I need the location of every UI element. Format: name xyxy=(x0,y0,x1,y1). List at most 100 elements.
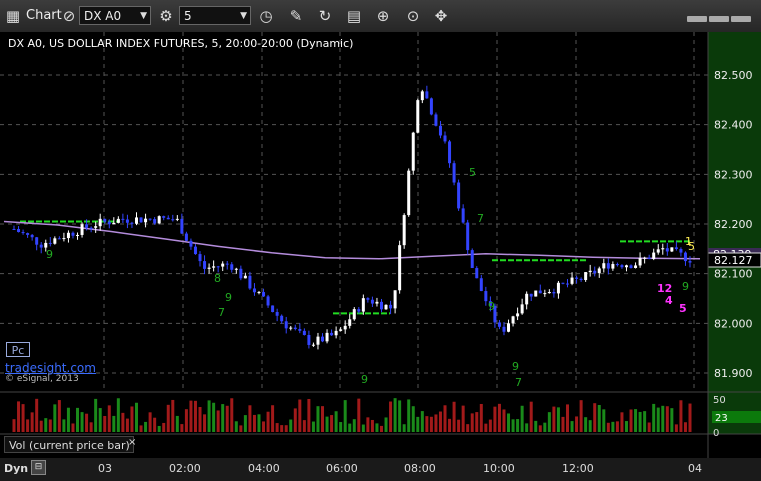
candle-body xyxy=(479,278,483,292)
candle-body xyxy=(438,125,442,136)
candle-body xyxy=(411,132,415,171)
candle-body xyxy=(157,216,161,224)
volume-bar xyxy=(302,420,306,432)
candle-body xyxy=(620,265,624,268)
candle-body xyxy=(561,282,565,284)
refresh-icon[interactable]: ↻ xyxy=(314,5,336,27)
candle-body xyxy=(516,313,520,317)
candle-body xyxy=(511,316,515,324)
candle-body xyxy=(207,267,211,269)
candle-body xyxy=(130,222,134,224)
candle-body xyxy=(198,254,202,262)
volume-bar xyxy=(321,406,325,432)
volume-bar xyxy=(588,420,592,432)
price-chart[interactable]: 98795979979511245 82.50082.40082.30082.2… xyxy=(0,32,761,458)
setup-count-label: 7 xyxy=(218,306,225,319)
candle-body xyxy=(234,268,238,270)
candle-body xyxy=(443,135,447,142)
candle-body xyxy=(507,323,511,332)
symbol-input[interactable]: DX A0 ▼ xyxy=(79,6,151,25)
volume-bar xyxy=(230,398,234,432)
volume-bar xyxy=(434,414,438,432)
volume-bar xyxy=(611,421,615,432)
volume-bar xyxy=(343,400,347,432)
candle-body xyxy=(280,315,284,322)
pc-button[interactable]: Pc xyxy=(6,342,30,357)
candle-body xyxy=(12,228,16,230)
watermark-link[interactable]: tradesight.com xyxy=(5,361,96,375)
y-tick-label: 82.300 xyxy=(714,168,753,181)
volume-bar xyxy=(21,404,25,432)
volume-bar xyxy=(529,401,533,432)
volume-bar xyxy=(620,412,624,432)
volume-bar xyxy=(674,424,678,432)
candle-body xyxy=(529,293,533,297)
candle-body xyxy=(134,217,138,224)
volume-bar xyxy=(80,412,84,432)
volume-bar xyxy=(175,415,179,432)
close-icon[interactable]: × xyxy=(128,437,136,448)
volume-bar xyxy=(26,419,30,432)
x-tick-label: 03 xyxy=(98,462,112,475)
volume-bar xyxy=(257,414,261,432)
setup-count-label: 9 xyxy=(682,280,689,293)
candle-body xyxy=(89,227,93,229)
volume-bar xyxy=(538,425,542,432)
volume-bar xyxy=(225,405,229,432)
candle-body xyxy=(647,257,651,259)
chevron-down-icon[interactable]: ▼ xyxy=(140,7,147,26)
candle-body xyxy=(311,344,315,346)
gear-icon[interactable]: ⚙ xyxy=(155,5,177,27)
x-tick-label: 02:00 xyxy=(169,462,201,475)
setup-count-label: 8 xyxy=(214,272,221,285)
volume-bar xyxy=(384,417,388,432)
volume-bar xyxy=(638,411,642,432)
candle-body xyxy=(94,226,98,228)
candle-body xyxy=(171,219,175,221)
volume-bar xyxy=(470,413,474,432)
candle-body xyxy=(53,238,57,244)
candle-body xyxy=(366,298,370,300)
candle-body xyxy=(452,163,456,183)
draw-tool-icon[interactable]: ⊙ xyxy=(402,5,424,27)
candle-body xyxy=(461,208,465,223)
candle-body xyxy=(361,298,365,312)
candle-body xyxy=(420,91,424,101)
candle-body xyxy=(615,264,619,266)
candle-body xyxy=(393,290,397,309)
link-tool-icon[interactable]: ✥ xyxy=(430,5,452,27)
lock-icon[interactable]: ⊟ xyxy=(31,460,46,475)
chevron-down-icon[interactable]: ▼ xyxy=(240,7,247,26)
volume-pane-label[interactable]: Vol (current price bar) xyxy=(4,436,134,453)
interval-input[interactable]: 5 ▼ xyxy=(179,6,251,25)
candle-body xyxy=(457,182,461,209)
symbol-value: DX A0 xyxy=(84,9,122,23)
candle-body xyxy=(348,319,352,326)
volume-bar xyxy=(357,398,361,432)
candle-body xyxy=(679,249,683,253)
cursor-icon[interactable]: ⊕ xyxy=(372,5,394,27)
dyn-label[interactable]: Dyn xyxy=(4,462,28,475)
volume-bar xyxy=(493,406,497,432)
price-axis xyxy=(708,32,761,393)
y-tick-label: 82.400 xyxy=(714,119,753,132)
candle-body xyxy=(66,232,70,239)
candle-body xyxy=(316,336,320,345)
pencil-icon[interactable]: ✎ xyxy=(285,5,307,27)
candle-body xyxy=(284,321,288,329)
volume-bar xyxy=(466,424,470,432)
candle-body xyxy=(343,325,347,330)
volume-bar xyxy=(393,398,397,432)
volume-bar xyxy=(497,403,501,432)
candle-body xyxy=(643,257,647,259)
candle-body xyxy=(57,238,61,240)
volume-bar xyxy=(661,405,665,432)
link-icon[interactable]: ⊘ xyxy=(58,5,80,27)
study-icon[interactable]: ▤ xyxy=(343,5,365,27)
window-controls[interactable] xyxy=(685,7,755,22)
volume-bar xyxy=(520,405,524,432)
volume-bar xyxy=(484,423,488,432)
clock-icon[interactable]: ◷ xyxy=(255,5,277,27)
current-price-tag: 82.127 xyxy=(714,254,753,267)
candle-body xyxy=(638,258,642,266)
